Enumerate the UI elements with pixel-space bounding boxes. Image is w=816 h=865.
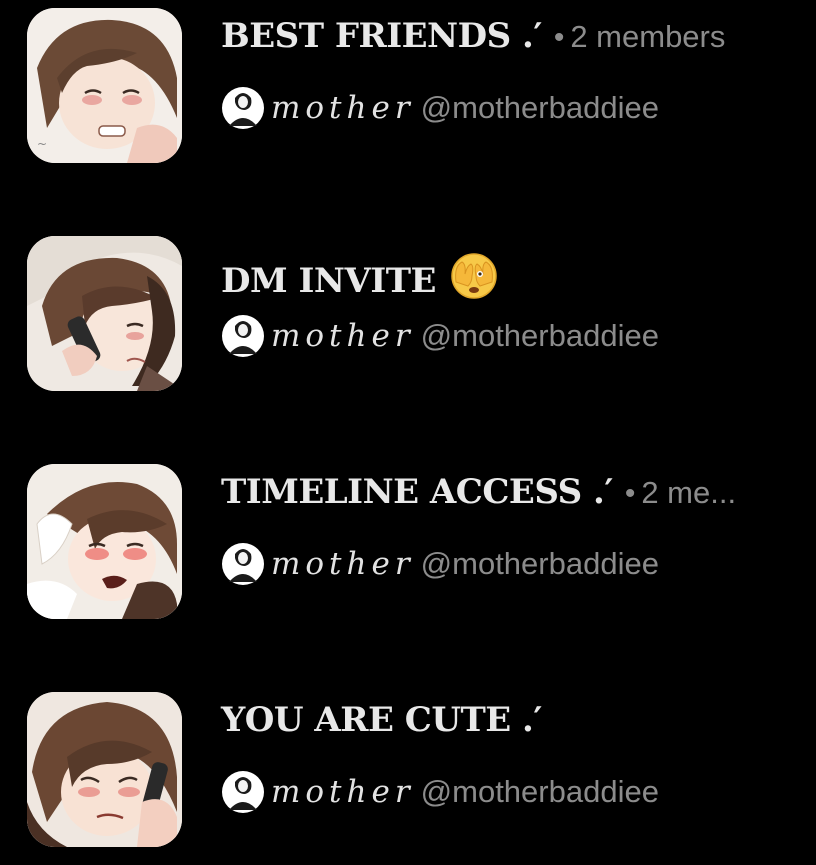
- group-row-best-friends[interactable]: ~ BEST FRIENDS .′ • 2 members mother @mo…: [0, 8, 816, 168]
- owner-line: mother @motherbaddiee: [221, 542, 659, 586]
- owner-avatar[interactable]: [221, 314, 265, 358]
- member-count: 2 members: [570, 19, 726, 54]
- group-row-timeline-access[interactable]: TIMELINE ACCESS .′ • 2 me... mother @mot…: [0, 464, 816, 624]
- owner-name[interactable]: mother: [271, 774, 415, 810]
- group-avatar-image[interactable]: [27, 464, 182, 619]
- owner-avatar[interactable]: [221, 86, 265, 130]
- face-with-peeking-eye-icon: [450, 252, 498, 300]
- separator-dot: •: [624, 477, 636, 510]
- group-list: ~ BEST FRIENDS .′ • 2 members mother @mo…: [0, 0, 816, 865]
- group-title-line: TIMELINE ACCESS .′ • 2 me...: [221, 472, 736, 512]
- owner-avatar[interactable]: [221, 770, 265, 814]
- group-avatar-image[interactable]: [27, 236, 182, 391]
- group-title-line: DM INVITE: [221, 244, 498, 301]
- owner-line: mother @motherbaddiee: [221, 86, 659, 130]
- group-row-you-are-cute[interactable]: YOU ARE CUTE .′ mother @motherbaddiee: [0, 692, 816, 852]
- owner-handle[interactable]: @motherbaddiee: [421, 90, 659, 126]
- owner-line: mother @motherbaddiee: [221, 770, 659, 814]
- group-title[interactable]: BEST FRIENDS .′: [221, 16, 542, 56]
- group-title[interactable]: TIMELINE ACCESS .′: [221, 472, 613, 512]
- owner-name[interactable]: mother: [271, 546, 415, 582]
- group-title[interactable]: YOU ARE CUTE .′: [221, 700, 542, 740]
- svg-text:~: ~: [37, 137, 47, 151]
- owner-handle[interactable]: @motherbaddiee: [421, 318, 659, 354]
- group-avatar-image[interactable]: [27, 692, 182, 847]
- group-row-dm-invite[interactable]: DM INVITE mother @motherbaddiee: [0, 236, 816, 396]
- separator-dot: •: [553, 21, 565, 54]
- group-avatar-image[interactable]: ~: [27, 8, 182, 163]
- group-title-line: BEST FRIENDS .′ • 2 members: [221, 16, 725, 56]
- owner-avatar[interactable]: [221, 542, 265, 586]
- owner-name[interactable]: mother: [271, 90, 415, 126]
- owner-name[interactable]: mother: [271, 318, 415, 354]
- member-count: 2 me...: [641, 475, 737, 510]
- owner-handle[interactable]: @motherbaddiee: [421, 546, 659, 582]
- owner-handle[interactable]: @motherbaddiee: [421, 774, 659, 810]
- group-title-line: YOU ARE CUTE .′: [221, 700, 542, 740]
- group-title[interactable]: DM INVITE: [221, 261, 436, 301]
- owner-line: mother @motherbaddiee: [221, 314, 659, 358]
